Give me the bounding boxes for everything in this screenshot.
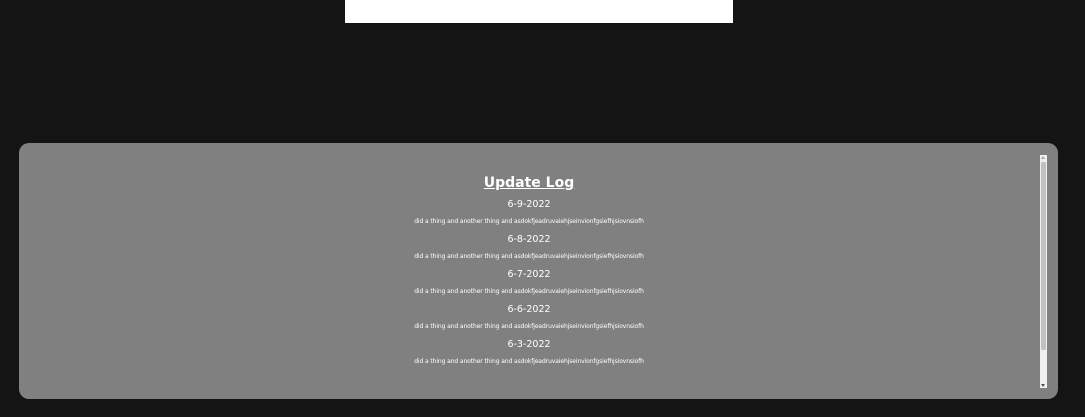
entry-description: did a thing and another thing and asdokf… [414,218,644,225]
entry-date: 6-8-2022 [507,234,551,245]
scroll-thumb[interactable] [1041,162,1046,350]
entry-description: did a thing and another thing and asdokf… [414,323,644,330]
update-log-panel: Update Log 6-9-2022 did a thing and anot… [19,143,1058,399]
log-entry: 6-9-2022 did a thing and another thing a… [19,198,1039,226]
entry-date: 6-9-2022 [507,199,551,210]
log-entry: 6-8-2022 did a thing and another thing a… [19,233,1039,261]
entry-description: did a thing and another thing and asdokf… [414,253,644,260]
log-entry: 6-6-2022 did a thing and another thing a… [19,303,1039,331]
entry-date: 6-7-2022 [507,269,551,280]
scroll-up-arrow-icon[interactable] [1041,156,1045,159]
entry-description: did a thing and another thing and asdokf… [414,288,644,295]
update-log-content: Update Log 6-9-2022 did a thing and anot… [19,143,1039,366]
scroll-down-arrow-icon[interactable] [1041,384,1045,387]
top-white-panel [345,0,733,23]
log-entry: 6-7-2022 did a thing and another thing a… [19,268,1039,296]
log-entry: 6-3-2022 did a thing and another thing a… [19,338,1039,366]
update-log-title: Update Log [483,175,575,191]
update-log-scrollbar[interactable] [1040,155,1047,388]
entry-description: did a thing and another thing and asdokf… [414,358,644,365]
update-log-entries: 6-9-2022 did a thing and another thing a… [19,198,1039,366]
entry-date: 6-3-2022 [507,339,551,350]
entry-date: 6-6-2022 [507,304,551,315]
